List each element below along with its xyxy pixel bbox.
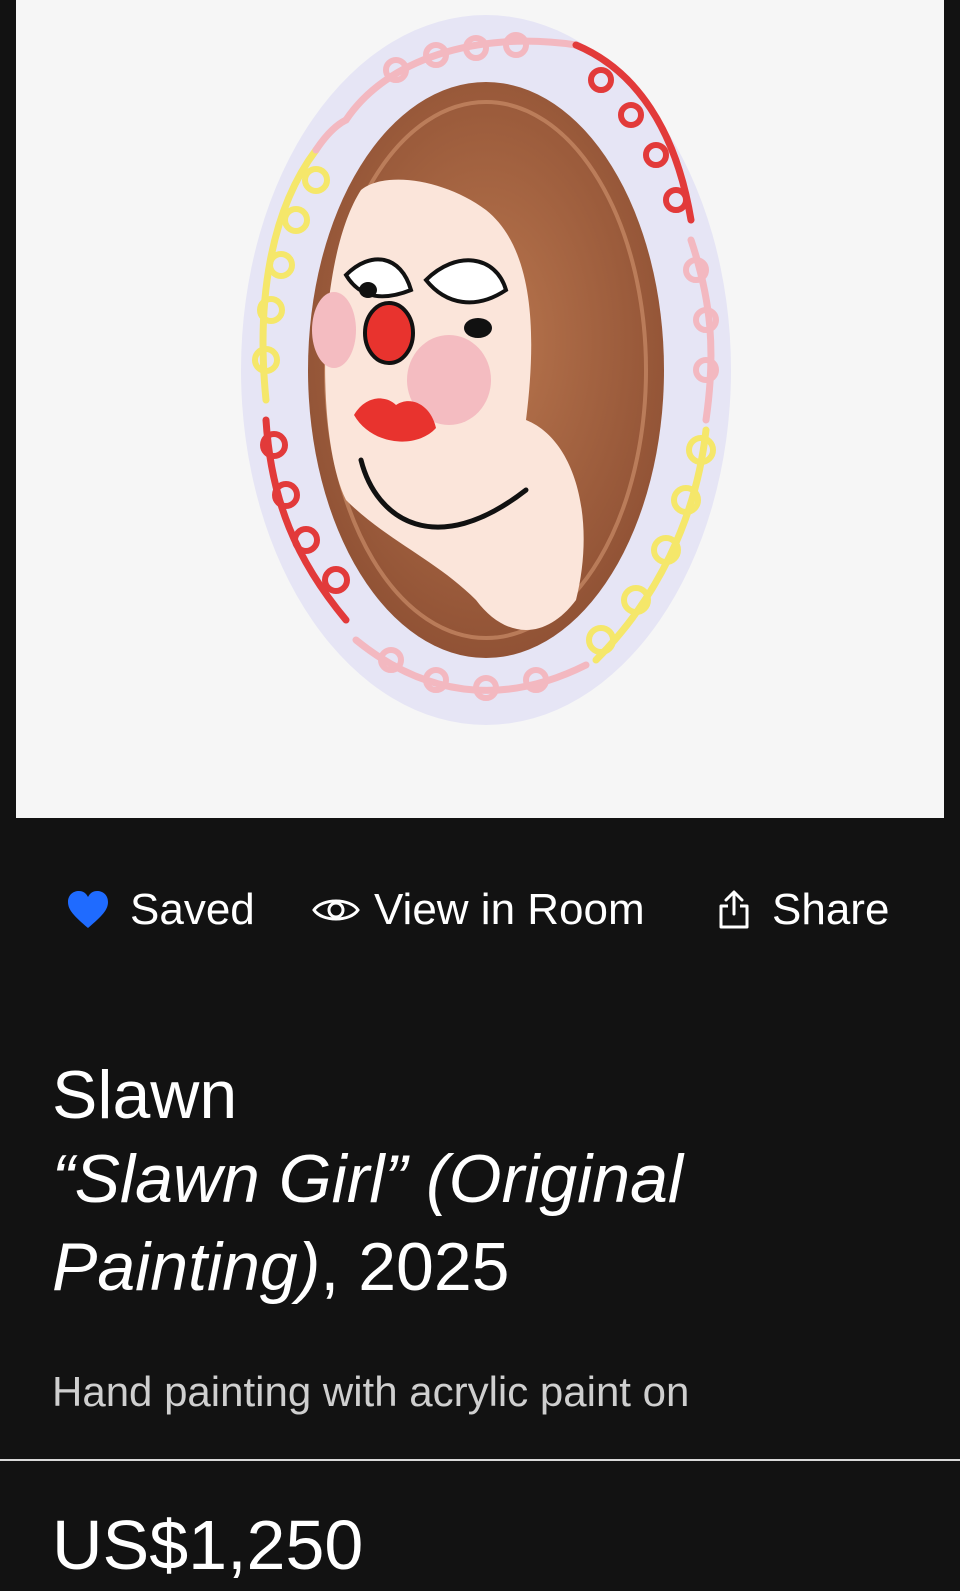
- artwork-description: Hand painting with acrylic paint on: [52, 1368, 690, 1415]
- view-in-room-button[interactable]: View in Room: [312, 880, 645, 940]
- artwork-year: 2025: [358, 1229, 510, 1305]
- eye-icon: [312, 894, 360, 926]
- heart-icon: [66, 890, 110, 930]
- share-icon: [718, 890, 750, 930]
- artwork-title-separator: ,: [320, 1229, 359, 1305]
- artwork-image[interactable]: [16, 0, 944, 818]
- share-button[interactable]: Share: [718, 880, 889, 940]
- artwork-title-block: Slawn “Slawn Girl” (Original Painting), …: [52, 1055, 932, 1311]
- saved-label: Saved: [130, 885, 255, 934]
- saved-button[interactable]: Saved: [66, 880, 255, 940]
- price: US$1,250: [52, 1506, 364, 1584]
- view-in-room-label: View in Room: [374, 885, 645, 934]
- artwork-title: “Slawn Girl” (Original Painting), 2025: [52, 1135, 932, 1311]
- artwork-actions: Saved View in Room Share: [0, 880, 960, 940]
- nose: [363, 301, 415, 365]
- artist-name[interactable]: Slawn: [52, 1055, 932, 1135]
- share-label: Share: [772, 885, 890, 934]
- artwork-page: Saved View in Room Share Slawn “Slawn Gi…: [0, 0, 960, 1591]
- artwork-illustration: [241, 15, 731, 725]
- price-bar: US$1,250: [0, 1459, 960, 1591]
- left-cheek: [312, 292, 356, 368]
